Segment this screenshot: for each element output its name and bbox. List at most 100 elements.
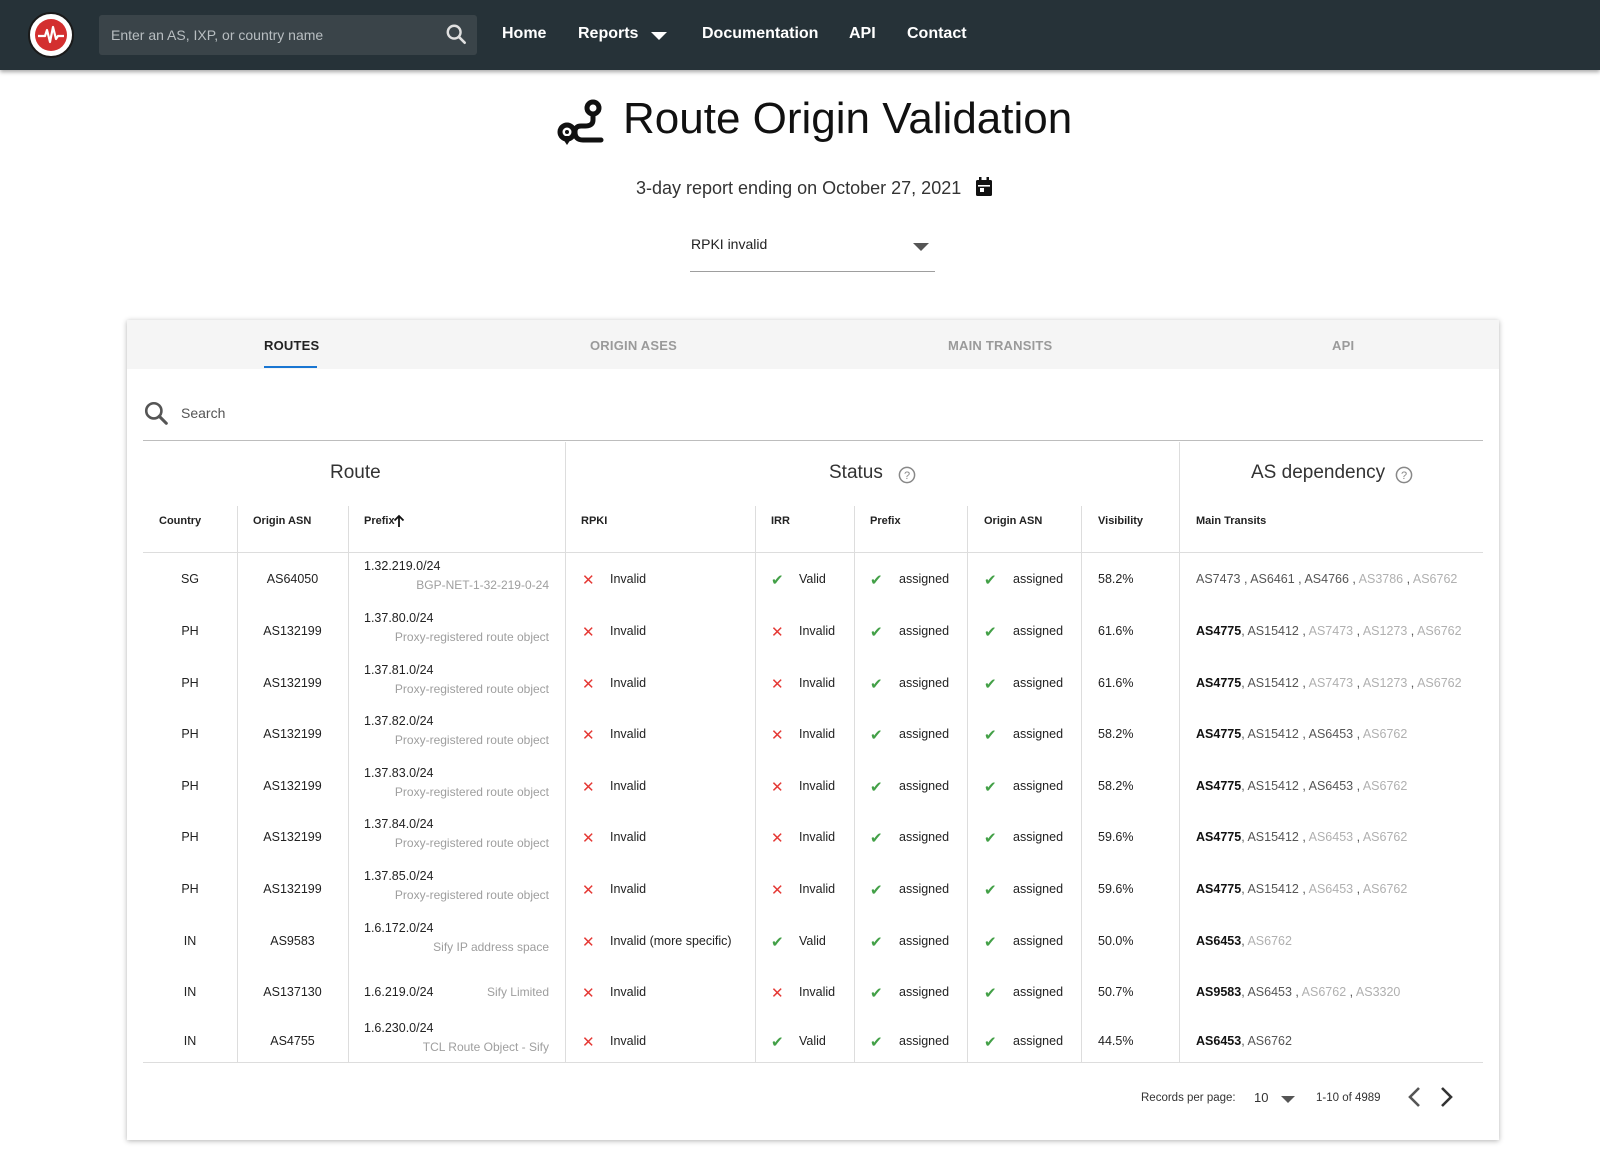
filter-select[interactable]: RPKI invalid: [690, 226, 935, 272]
col-header-visibility[interactable]: Visibility: [1098, 515, 1143, 527]
transit-as-link[interactable]: AS1273: [1363, 676, 1407, 690]
transit-as-link[interactable]: AS6762: [1363, 727, 1407, 741]
nav-reports-link[interactable]: Reports: [578, 25, 638, 43]
cell-origin-asn[interactable]: AS9583: [237, 934, 348, 948]
transit-as-link[interactable]: AS6453: [1309, 882, 1353, 896]
cell-visibility: 59.6%: [1098, 882, 1134, 896]
logo-icon[interactable]: [28, 12, 74, 58]
transit-as-link[interactable]: AS4766: [1304, 572, 1348, 586]
transit-as-link[interactable]: AS4775: [1196, 882, 1241, 896]
transit-as-link[interactable]: AS6762: [1363, 830, 1407, 844]
transit-as-link[interactable]: AS6762: [1363, 882, 1407, 896]
check-icon: ✔: [870, 676, 883, 693]
tab-api[interactable]: API: [1332, 338, 1354, 353]
transit-as-link[interactable]: AS6453: [1196, 1034, 1241, 1048]
col-header-origin-asn[interactable]: Origin ASN: [253, 515, 311, 527]
transit-as-link[interactable]: AS6762: [1417, 676, 1461, 690]
calendar-icon[interactable]: [975, 177, 993, 202]
transit-as-link[interactable]: AS4775: [1196, 727, 1241, 741]
chevron-down-icon[interactable]: [1281, 1096, 1295, 1103]
nav-documentation-link[interactable]: Documentation: [702, 25, 818, 43]
col-header-main-transits[interactable]: Main Transits: [1196, 515, 1266, 527]
transit-as-link[interactable]: AS4775: [1196, 676, 1241, 690]
col-header-origin-asn-status[interactable]: Origin ASN: [984, 515, 1042, 527]
cell-rpki-status: Invalid: [610, 624, 647, 638]
cell-prefix[interactable]: 1.37.82.0/24: [364, 714, 434, 728]
cell-origin-asn[interactable]: AS132199: [237, 676, 348, 690]
transit-as-link[interactable]: AS7473: [1309, 624, 1353, 638]
chevron-down-icon[interactable]: [651, 32, 667, 40]
transit-as-link[interactable]: AS4775: [1196, 830, 1241, 844]
transit-as-link[interactable]: AS3786: [1359, 572, 1403, 586]
cell-origin-asn[interactable]: AS132199: [237, 624, 348, 638]
transit-as-link[interactable]: AS6762: [1247, 1034, 1291, 1048]
cell-prefix[interactable]: 1.6.172.0/24: [364, 921, 434, 935]
nav-api-link[interactable]: API: [849, 25, 876, 43]
help-icon[interactable]: ?: [898, 466, 916, 489]
transit-as-link[interactable]: AS6453: [1309, 830, 1353, 844]
transit-as-link[interactable]: AS15412: [1247, 830, 1298, 844]
col-header-prefix[interactable]: Prefix: [364, 515, 395, 527]
col-header-irr[interactable]: IRR: [771, 515, 790, 527]
cell-origin-asn[interactable]: AS64050: [237, 572, 348, 586]
search-icon[interactable]: [143, 400, 169, 431]
cell-prefix[interactable]: 1.37.83.0/24: [364, 766, 434, 780]
chevron-right-icon[interactable]: [1438, 1086, 1454, 1113]
nav-home-link[interactable]: Home: [502, 25, 546, 43]
transit-as-link[interactable]: AS7473: [1196, 572, 1240, 586]
transit-as-link[interactable]: AS9583: [1196, 985, 1241, 999]
tab-routes[interactable]: ROUTES: [264, 338, 319, 353]
tab-origin-ases[interactable]: ORIGIN ASES: [590, 338, 677, 353]
arrow-up-icon[interactable]: [393, 514, 405, 532]
col-header-prefix-status[interactable]: Prefix: [870, 515, 901, 527]
nav-search-input[interactable]: [99, 15, 429, 55]
transit-as-link[interactable]: AS6453: [1247, 985, 1291, 999]
cell-prefix[interactable]: 1.37.81.0/24: [364, 663, 434, 677]
transit-as-link[interactable]: AS4775: [1196, 779, 1241, 793]
transit-as-link[interactable]: AS6762: [1247, 934, 1291, 948]
cell-origin-asn[interactable]: AS132199: [237, 882, 348, 896]
transit-as-link[interactable]: AS6453: [1309, 779, 1353, 793]
transit-as-link[interactable]: AS6453: [1309, 727, 1353, 741]
transit-as-link[interactable]: AS7473: [1309, 676, 1353, 690]
check-icon: ✔: [870, 985, 883, 1002]
table-search-input[interactable]: [179, 400, 779, 426]
cell-prefix[interactable]: 1.37.85.0/24: [364, 869, 434, 883]
transit-as-link[interactable]: AS6762: [1363, 779, 1407, 793]
transit-as-link[interactable]: AS6762: [1302, 985, 1346, 999]
transit-as-link[interactable]: AS6762: [1417, 624, 1461, 638]
cell-prefix[interactable]: 1.32.219.0/24: [364, 559, 440, 573]
transit-as-link[interactable]: AS15412: [1247, 624, 1298, 638]
cell-prefix-description: Proxy-registered route object: [394, 630, 549, 644]
help-icon[interactable]: ?: [1395, 466, 1413, 489]
transit-as-link[interactable]: AS15412: [1247, 676, 1298, 690]
transit-as-link[interactable]: AS6762: [1413, 572, 1457, 586]
transit-as-link[interactable]: AS15412: [1247, 882, 1298, 896]
cell-origin-asn[interactable]: AS132199: [237, 727, 348, 741]
transit-as-link[interactable]: AS1273: [1363, 624, 1407, 638]
transit-as-link[interactable]: AS3320: [1356, 985, 1400, 999]
cell-origin-asn-status: assigned: [1013, 882, 1064, 896]
check-icon: ✔: [984, 882, 997, 899]
transit-as-link[interactable]: AS6461: [1250, 572, 1294, 586]
search-icon[interactable]: [445, 23, 467, 50]
col-header-country[interactable]: Country: [159, 515, 201, 527]
nav-contact-link[interactable]: Contact: [907, 25, 967, 43]
cell-rpki-status: Invalid: [610, 985, 647, 999]
cell-prefix[interactable]: 1.37.84.0/24: [364, 817, 434, 831]
transit-as-link[interactable]: AS4775: [1196, 624, 1241, 638]
chevron-left-icon[interactable]: [1407, 1086, 1423, 1113]
cell-origin-asn[interactable]: AS137130: [237, 985, 348, 999]
records-per-page-select[interactable]: 10: [1254, 1090, 1268, 1105]
cell-origin-asn[interactable]: AS4755: [237, 1034, 348, 1048]
cell-origin-asn[interactable]: AS132199: [237, 779, 348, 793]
col-header-rpki[interactable]: RPKI: [581, 515, 607, 527]
transit-as-link[interactable]: AS15412: [1247, 727, 1298, 741]
cell-prefix[interactable]: 1.37.80.0/24: [364, 611, 434, 625]
cell-origin-asn[interactable]: AS132199: [237, 830, 348, 844]
tab-main-transits[interactable]: MAIN TRANSITS: [948, 338, 1052, 353]
transit-as-link[interactable]: AS15412: [1247, 779, 1298, 793]
transit-as-link[interactable]: AS6453: [1196, 934, 1241, 948]
cell-origin-asn-status: assigned: [1013, 676, 1064, 690]
cell-prefix[interactable]: 1.6.230.0/24: [364, 1021, 434, 1035]
